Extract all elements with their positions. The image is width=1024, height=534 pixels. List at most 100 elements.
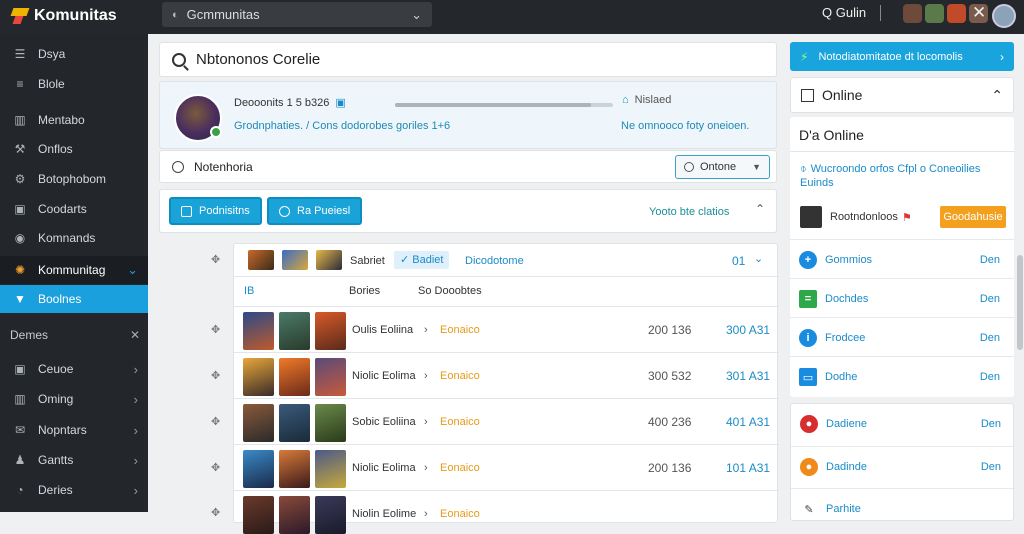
table-row[interactable]: Niolic Eolima › Eonaico 200 136 101 A31: [234, 445, 779, 491]
pin-icon[interactable]: ✥: [211, 253, 220, 266]
list-item-link[interactable]: Den: [981, 461, 1001, 473]
row-number-link[interactable]: 101 A31: [726, 461, 770, 475]
header-chip[interactable]: ✓ Badiet: [394, 251, 450, 269]
table-row[interactable]: Niolic Eolima › Eonaico 300 532 301 A31: [234, 353, 779, 399]
row-number: 300 532: [648, 369, 692, 383]
thumbnail: [243, 450, 274, 488]
sidebar-item-label: Nopntars: [38, 423, 87, 437]
online-panel-header[interactable]: Online ⌃: [790, 77, 1014, 113]
sidebar-item-boolnes[interactable]: ▼ Boolnes: [0, 285, 148, 313]
search-input[interactable]: Nbtononos Corelie: [159, 42, 777, 77]
row-number-link[interactable]: 301 A31: [726, 369, 770, 383]
avatar[interactable]: [925, 4, 944, 23]
chevron-up-icon[interactable]: ⌃: [991, 87, 1003, 104]
pin-icon[interactable]: ✥: [211, 323, 220, 336]
button-label: Ra Pueiesl: [297, 205, 351, 217]
user-menu[interactable]: Q Gulin: [822, 5, 866, 20]
sidebar-item-dsya[interactable]: ☰ Dsya: [0, 40, 148, 68]
thumbnail: [316, 250, 342, 270]
wrench-icon: ⚒: [14, 142, 26, 156]
list-item[interactable]: ● Dadinde Den: [791, 446, 1015, 485]
sidebar-item-onflos[interactable]: ⚒ Onflos: [0, 135, 148, 163]
chevron-down-icon: ⌄: [411, 6, 422, 22]
thumbnail: [279, 450, 310, 488]
chevron-up-icon[interactable]: ⌃: [755, 202, 765, 216]
row-number-link[interactable]: 300 A31: [726, 323, 770, 337]
games-table: Sabriet ✓ Badiet Dicodotome 01 ⌄ IB Bori…: [233, 243, 779, 534]
table-header-row: Sabriet ✓ Badiet Dicodotome 01 ⌄: [234, 244, 779, 277]
list-item[interactable]: + Gommios Den: [790, 239, 1014, 278]
list-item-label: Dodhe: [825, 371, 858, 383]
list-item-link[interactable]: Den: [980, 254, 1000, 266]
row-name: Sobic Eoliina: [352, 416, 416, 428]
pin-icon[interactable]: ✥: [211, 461, 220, 474]
record-icon: ●: [800, 458, 818, 476]
sidebar-item-label: Ceuoe: [38, 362, 74, 376]
card-icon: ▣: [14, 362, 26, 376]
app-logo[interactable]: Komunitas: [10, 6, 117, 26]
secondary-action-button[interactable]: Ra Pueiesl: [267, 197, 363, 225]
list-item-link[interactable]: Den: [980, 371, 1000, 383]
table-row[interactable]: Sobic Eoliina › Eonaico 400 236 401 A31: [234, 399, 779, 445]
thumbnail: [315, 450, 346, 488]
list-item[interactable]: ✎ Parhite: [791, 488, 1015, 527]
sidebar-item-deries[interactable]: ◔ Deries ›: [0, 476, 148, 504]
card-icon: ▭: [799, 368, 817, 386]
pin-icon[interactable]: ✥: [211, 369, 220, 382]
list-item[interactable]: ● Dadiene Den: [791, 404, 1015, 443]
chevron-right-icon: ›: [133, 482, 138, 498]
row-name: Oulis Eoliina: [352, 324, 414, 336]
online-header-text: Online: [822, 87, 863, 103]
chevron-down-icon: ⌄: [127, 262, 138, 277]
avatar[interactable]: [903, 4, 922, 23]
pin-icon[interactable]: ✥: [211, 506, 220, 519]
list-item-link[interactable]: Den: [980, 332, 1000, 344]
profile-avatar[interactable]: [992, 4, 1016, 28]
sidebar-item-gantts[interactable]: ♟ Gantts ›: [0, 446, 148, 474]
list-icon: ≡: [16, 77, 24, 91]
sidebar-item-oming[interactable]: ▥ Oming ›: [0, 385, 148, 413]
list-item[interactable]: ▭ Dodhe Den: [790, 356, 1014, 395]
sidebar-item-nopntars[interactable]: ✉ Nopntars ›: [0, 416, 148, 444]
community-icon: ✺: [14, 263, 26, 277]
sidebar: ☰ Dsya ≡ Blole ▥ Mentabo ⚒ Onflos ⚙ Botophobo…: [0, 34, 148, 512]
secondary-list: ● Dadiene Den ● Dadinde Den ✎ Parhite: [790, 403, 1015, 521]
table-row[interactable]: Oulis Eoliina › Eonaico 200 136 300 A31: [234, 307, 779, 353]
avatar[interactable]: [947, 4, 966, 23]
chevron-right-icon: ›: [133, 452, 138, 468]
profile-picture[interactable]: [174, 94, 222, 142]
list-item[interactable]: = Dochdes Den: [790, 278, 1014, 317]
close-icon[interactable]: ✕: [972, 3, 986, 23]
list-item[interactable]: i Frodcee Den: [790, 317, 1014, 356]
row-number-link[interactable]: 401 A31: [726, 415, 770, 429]
notification-banner[interactable]: ⚡ Notodiatomitatoe dt locomolis ›: [790, 42, 1014, 71]
profile-name-text: Deooonits 1 5 b326: [234, 97, 330, 109]
action-bar: Podnisitns Ra Pueiesl Yooto bte clatios …: [159, 189, 777, 233]
sidebar-item-ceuoe[interactable]: ▣ Ceuoe ›: [0, 355, 148, 383]
list-item-link[interactable]: Den: [981, 418, 1001, 430]
list-item-label: Dochdes: [825, 293, 869, 305]
divider: [880, 5, 881, 21]
header-link[interactable]: Dicodotome: [465, 255, 524, 267]
search-text: Nbtononos Corelie: [196, 51, 321, 68]
user-action-button[interactable]: Goodahusie: [940, 206, 1006, 228]
table-row[interactable]: Niolin Eolime › Eonaico: [234, 491, 779, 534]
lightning-icon: ⚡: [800, 49, 809, 64]
row-badge: Eonaico: [440, 370, 480, 382]
sidebar-item-komnands[interactable]: ◉ Komnands: [0, 224, 148, 252]
list-item-link[interactable]: Den: [980, 293, 1000, 305]
sidebar-item-blole[interactable]: ≡ Blole: [0, 70, 148, 98]
sidebar-item-kommunitag[interactable]: ✺ Kommunitag ⌄: [0, 256, 148, 284]
sidebar-item-botophobom[interactable]: ⚙ Botophobom: [0, 165, 148, 193]
community-select[interactable]: ◐ Gcmmunitas ⌄: [162, 2, 432, 27]
scrollbar[interactable]: [1017, 255, 1023, 350]
sidebar-item-coodarts[interactable]: ▣ Coodarts: [0, 195, 148, 223]
pin-icon[interactable]: ✥: [211, 415, 220, 428]
row-name: Niolic Eolima: [352, 370, 416, 382]
status-select[interactable]: Ontone ▼: [675, 155, 770, 179]
primary-action-button[interactable]: Podnisitns: [169, 197, 262, 225]
chevron-down-icon[interactable]: ⌄: [754, 252, 763, 265]
online-user[interactable]: Rootndonloos ⚑: [800, 206, 912, 228]
close-icon[interactable]: ✕: [130, 328, 140, 342]
sidebar-item-mentabo[interactable]: ▥ Mentabo: [0, 106, 148, 134]
